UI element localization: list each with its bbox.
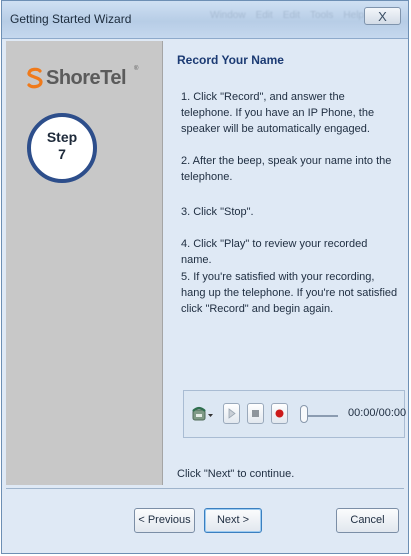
- next-button[interactable]: Next >: [204, 508, 262, 533]
- continue-hint: Click "Next" to continue.: [177, 468, 295, 480]
- content-panel: Record Your Name 1. Click "Record", and …: [163, 41, 406, 485]
- close-icon: X: [378, 9, 387, 24]
- stop-icon: [252, 410, 259, 417]
- record-button[interactable]: [271, 403, 288, 424]
- time-display: 00:00/00:00: [348, 407, 407, 419]
- instruction-3: 3. Click "Stop".: [181, 206, 254, 218]
- phone-dropdown-icon: [192, 406, 213, 421]
- close-button[interactable]: X: [364, 7, 401, 25]
- shoretel-s-icon: [27, 67, 43, 89]
- instruction-4: 4. Click "Play" to review your recorded …: [181, 238, 368, 266]
- shoretel-logo: ShoreTel ®: [26, 66, 146, 96]
- position-slider-track[interactable]: [306, 415, 338, 417]
- instruction-5: 5. If you're satisfied with your recordi…: [181, 271, 398, 315]
- footer-divider: [6, 488, 404, 489]
- registered-mark: ®: [134, 66, 139, 72]
- wizard-window: Window Edit Edit Tools Help Getting Started …: [1, 0, 409, 554]
- previous-button[interactable]: < Previous: [134, 508, 195, 533]
- step-label: Step: [46, 129, 78, 145]
- play-icon: [228, 408, 236, 419]
- cancel-button[interactable]: Cancel: [336, 508, 399, 533]
- phone-dropdown-button[interactable]: [192, 405, 214, 423]
- step-indicator: Step 7: [27, 113, 97, 183]
- sidebar: ShoreTel ® Step 7: [6, 41, 163, 485]
- title-bar[interactable]: Window Edit Edit Tools Help Getting Started …: [2, 1, 408, 39]
- play-button[interactable]: [223, 403, 240, 424]
- recording-player: 00:00/00:00: [183, 390, 407, 438]
- stop-button[interactable]: [247, 403, 264, 424]
- window-title: Getting Started Wizard: [10, 12, 132, 26]
- logo-text: ShoreTel: [46, 67, 127, 89]
- position-slider-thumb[interactable]: [300, 405, 308, 423]
- record-icon: [275, 409, 284, 418]
- instruction-2: 2. After the beep, speak your name into …: [181, 155, 392, 183]
- instruction-1: 1. Click "Record", and answer the teleph…: [181, 91, 375, 135]
- page-title: Record Your Name: [177, 53, 284, 67]
- step-number: 7: [58, 146, 66, 162]
